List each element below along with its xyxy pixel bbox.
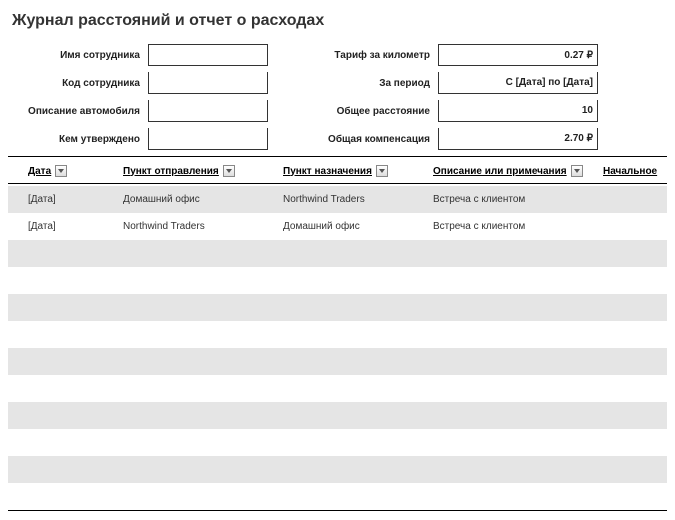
col-desc-label: Описание или примечания <box>433 166 567 177</box>
cell-from: Northwind Traders <box>103 221 263 232</box>
approved-by-label: Кем утверждено <box>18 134 148 145</box>
table-row[interactable] <box>8 267 667 294</box>
header-divider <box>8 156 667 157</box>
table-row[interactable] <box>8 483 667 510</box>
filter-icon[interactable] <box>571 165 583 177</box>
rate-field[interactable]: 0.27 ₽ <box>438 44 598 66</box>
col-date[interactable]: Дата <box>8 165 103 177</box>
table-row[interactable] <box>8 321 667 348</box>
table-row[interactable]: [Дата] Домашний офис Northwind Traders В… <box>8 186 667 213</box>
employee-name-field[interactable] <box>148 44 268 66</box>
table-row[interactable] <box>8 429 667 456</box>
vehicle-field[interactable] <box>148 100 268 122</box>
col-to-label: Пункт назначения <box>283 166 372 177</box>
col-date-label: Дата <box>28 166 51 177</box>
table-row[interactable] <box>8 348 667 375</box>
col-from-label: Пункт отправления <box>123 166 219 177</box>
cell-to: Northwind Traders <box>263 194 413 205</box>
total-field[interactable]: 2.70 ₽ <box>438 128 598 150</box>
filter-icon[interactable] <box>55 165 67 177</box>
table-row[interactable] <box>8 375 667 402</box>
table-body: [Дата] Домашний офис Northwind Traders В… <box>8 186 667 510</box>
employee-code-field[interactable] <box>148 72 268 94</box>
table-row[interactable] <box>8 402 667 429</box>
employee-code-label: Код сотрудника <box>18 78 148 89</box>
table-row[interactable] <box>8 456 667 483</box>
cell-from: Домашний офис <box>103 194 263 205</box>
table-row[interactable] <box>8 240 667 267</box>
period-label: За период <box>308 78 438 89</box>
filter-icon[interactable] <box>223 165 235 177</box>
employee-name-label: Имя сотрудника <box>18 50 148 61</box>
col-from[interactable]: Пункт отправления <box>103 165 263 177</box>
table-row[interactable]: [Дата] Northwind Traders Домашний офис В… <box>8 213 667 240</box>
cell-desc: Встреча с клиентом <box>413 221 593 232</box>
period-field[interactable]: С [Дата] по [Дата] <box>438 72 598 94</box>
total-label: Общая компенсация <box>308 134 438 145</box>
cell-to: Домашний офис <box>263 221 413 232</box>
cell-desc: Встреча с клиентом <box>413 194 593 205</box>
distance-label: Общее расстояние <box>308 106 438 117</box>
page-title: Журнал расстояний и отчет о расходах <box>12 12 667 30</box>
col-to[interactable]: Пункт назначения <box>263 165 413 177</box>
vehicle-label: Описание автомобиля <box>18 106 148 117</box>
mileage-table: Дата Пункт отправления Пункт назначения … <box>8 159 667 511</box>
rate-label: Тариф за километр <box>308 50 438 61</box>
col-start[interactable]: Начальное <box>593 166 673 177</box>
header-fields: Имя сотрудника Тариф за километр 0.27 ₽ … <box>18 44 667 150</box>
filter-icon[interactable] <box>376 165 388 177</box>
approved-by-field[interactable] <box>148 128 268 150</box>
distance-field[interactable]: 10 <box>438 100 598 122</box>
table-footer-divider <box>8 510 667 511</box>
col-desc[interactable]: Описание или примечания <box>413 165 593 177</box>
cell-date: [Дата] <box>8 194 103 205</box>
col-start-label: Начальное <box>603 166 657 177</box>
cell-date: [Дата] <box>8 221 103 232</box>
table-header-divider <box>8 183 667 184</box>
table-header: Дата Пункт отправления Пункт назначения … <box>8 159 667 183</box>
table-row[interactable] <box>8 294 667 321</box>
